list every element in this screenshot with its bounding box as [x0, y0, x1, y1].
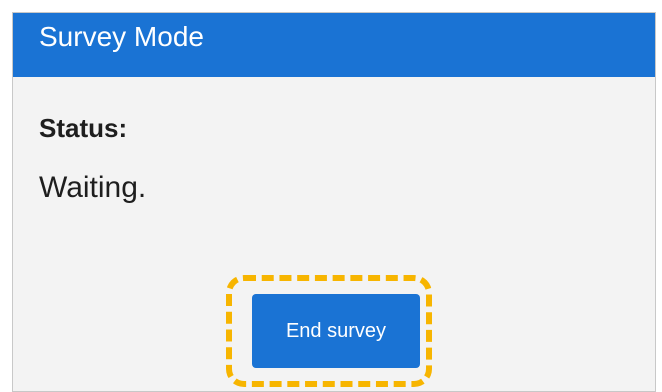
end-survey-button[interactable]: End survey	[252, 294, 420, 368]
panel-title: Survey Mode	[39, 21, 204, 52]
survey-mode-panel: Survey Mode Status: Waiting. End survey	[12, 12, 656, 392]
panel-header: Survey Mode	[13, 13, 655, 77]
status-value: Waiting.	[39, 171, 147, 204]
status-label: Status:	[39, 113, 128, 143]
